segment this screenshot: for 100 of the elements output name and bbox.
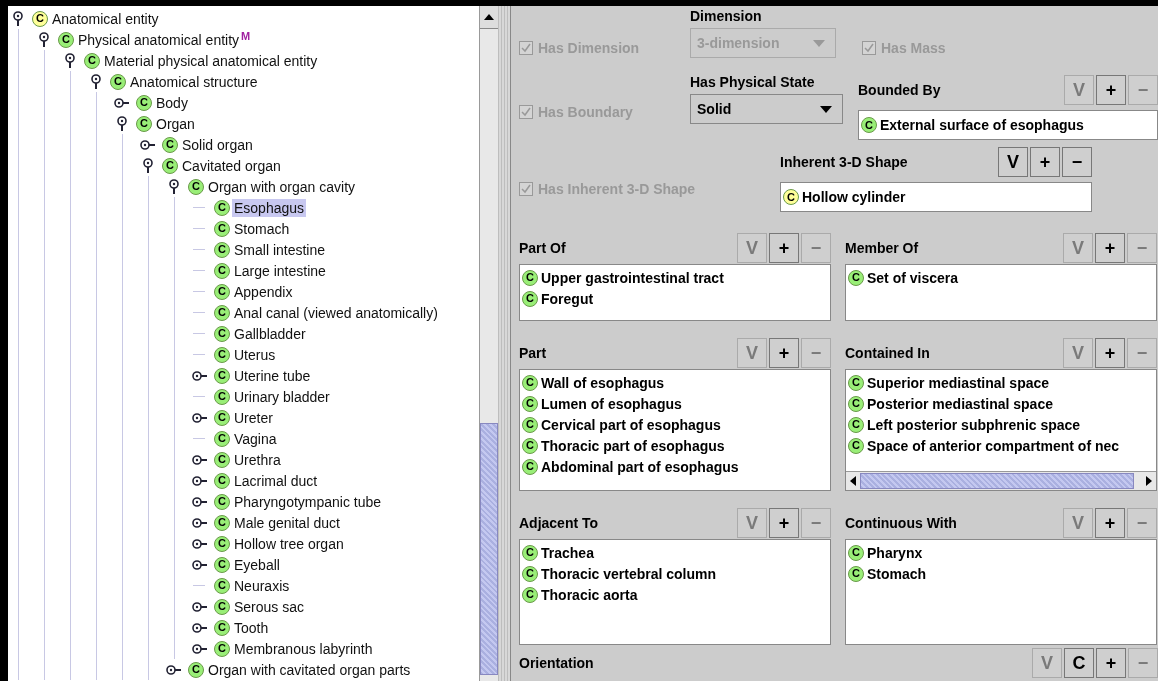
class-icon: C bbox=[214, 241, 230, 258]
toolbar-button[interactable]: + bbox=[769, 508, 799, 538]
dropdown[interactable]: Solid bbox=[690, 94, 843, 124]
list-item[interactable]: Set of viscera bbox=[867, 269, 959, 286]
list-item[interactable]: Thoracic part of esophagus bbox=[541, 437, 725, 454]
toolbar-button[interactable]: V bbox=[998, 147, 1028, 177]
list-item[interactable]: Posterior mediastinal space bbox=[867, 395, 1053, 412]
list-item[interactable]: Pharynx bbox=[867, 544, 923, 561]
value-field[interactable]: C External surface of esophagus bbox=[858, 110, 1158, 140]
field-label: Dimension bbox=[690, 8, 763, 24]
list-item[interactable]: Upper gastrointestinal tract bbox=[541, 269, 724, 286]
toolbar-button[interactable]: + bbox=[1096, 75, 1126, 105]
tree-item[interactable]: Serous sac bbox=[232, 597, 307, 616]
list-item[interactable]: External surface of esophagus bbox=[880, 117, 1084, 133]
tree-item[interactable]: Anatomical entity bbox=[50, 9, 161, 28]
class-icon: C bbox=[214, 514, 230, 531]
tree-item[interactable]: Gallbladder bbox=[232, 324, 308, 343]
tree-item[interactable]: Uterine tube bbox=[232, 366, 313, 385]
left-arrow-icon[interactable] bbox=[850, 476, 856, 486]
list-box[interactable]: C Upper gastrointestinal tract C Foregut bbox=[519, 264, 831, 321]
tree-item[interactable]: Eyeball bbox=[232, 555, 282, 574]
tree-item[interactable]: Stomach bbox=[232, 219, 292, 238]
list-item[interactable]: Thoracic vertebral column bbox=[541, 565, 717, 582]
expanded-handle-icon[interactable] bbox=[62, 52, 78, 69]
expanded-handle-icon[interactable] bbox=[10, 10, 26, 27]
expanded-handle-icon[interactable] bbox=[166, 178, 182, 195]
class-icon: C bbox=[522, 544, 538, 561]
list-item[interactable]: Left posterior subphrenic space bbox=[867, 416, 1081, 433]
class-icon: C bbox=[84, 52, 100, 69]
list-item[interactable]: Stomach bbox=[867, 565, 927, 582]
class-icon: C bbox=[214, 640, 230, 657]
list-item[interactable]: Lumen of esophagus bbox=[541, 395, 682, 412]
list-item[interactable]: Space of anterior compartment of nec bbox=[867, 437, 1120, 454]
class-icon: C bbox=[214, 367, 230, 384]
list-item[interactable]: Foregut bbox=[541, 290, 594, 307]
scroll-thumb[interactable] bbox=[860, 473, 1134, 489]
tree-item[interactable]: Anatomical structure bbox=[128, 72, 260, 91]
right-arrow-icon[interactable] bbox=[1146, 476, 1152, 486]
toolbar-button[interactable]: C bbox=[1064, 648, 1094, 678]
section-label: Part bbox=[519, 345, 547, 361]
list-box[interactable]: C Superior mediastinal space C Posterior mediastinal space C Left posterior subphrenic space C Space of anterior compartment of nec bbox=[845, 369, 1157, 491]
tree-item[interactable]: Physical anatomical entity bbox=[76, 30, 242, 49]
list-box[interactable]: C Trachea C Thoracic vertebral column C Thoracic aorta bbox=[519, 539, 831, 645]
expanded-handle-icon[interactable] bbox=[36, 31, 52, 48]
class-icon: C bbox=[58, 31, 74, 48]
list-box[interactable]: C Pharynx C Stomach bbox=[845, 539, 1157, 645]
tree-item[interactable]: Organ bbox=[154, 114, 197, 133]
toolbar-button[interactable]: + bbox=[1030, 147, 1060, 177]
toolbar-button[interactable]: + bbox=[1096, 648, 1126, 678]
tree-item[interactable]: Pharyngotympanic tube bbox=[232, 492, 384, 511]
tree-item[interactable]: Solid organ bbox=[180, 135, 255, 154]
tree-item[interactable]: Large intestine bbox=[232, 261, 328, 280]
tree-item[interactable]: Organ with cavitated organ parts bbox=[206, 660, 413, 679]
toolbar-button[interactable]: + bbox=[769, 338, 799, 368]
list-item[interactable]: Hollow cylinder bbox=[802, 189, 906, 205]
toolbar-button[interactable]: + bbox=[1095, 338, 1125, 368]
scrollbar[interactable] bbox=[479, 6, 498, 681]
value-field[interactable]: C Hollow cylinder bbox=[780, 182, 1092, 212]
tree-item[interactable]: Male genital duct bbox=[232, 513, 342, 532]
tree-item[interactable]: Vagina bbox=[232, 429, 279, 448]
class-icon: C bbox=[522, 395, 538, 412]
tree-item[interactable]: Urinary bladder bbox=[232, 387, 332, 406]
tree-item[interactable]: Membranous labyrinth bbox=[232, 639, 375, 658]
tree-item[interactable]: Lacrimal duct bbox=[232, 471, 320, 490]
tree-item[interactable]: Hollow tree organ bbox=[232, 534, 346, 553]
toolbar-button[interactable]: + bbox=[769, 233, 799, 263]
list-item[interactable]: Wall of esophagus bbox=[541, 374, 665, 391]
up-arrow-icon[interactable] bbox=[484, 14, 494, 20]
scroll-thumb[interactable] bbox=[480, 423, 498, 675]
list-item[interactable]: Cervical part of esophagus bbox=[541, 416, 721, 433]
class-icon: C bbox=[136, 115, 152, 132]
expanded-handle-icon[interactable] bbox=[88, 73, 104, 90]
tree-item[interactable]: Anal canal (viewed anatomically) bbox=[232, 303, 440, 322]
tree-item[interactable]: Material physical anatomical entity bbox=[102, 51, 320, 70]
list-item[interactable]: Superior mediastinal space bbox=[867, 374, 1050, 391]
class-icon: C bbox=[848, 565, 864, 582]
list-item[interactable]: Thoracic aorta bbox=[541, 586, 638, 603]
list-box[interactable]: C Wall of esophagus C Lumen of esophagus C Cervical part of esophagus C Thoracic part of esophagus C Abdominal part of esophagus bbox=[519, 369, 831, 491]
list-item[interactable]: Trachea bbox=[541, 544, 594, 561]
scrollbar[interactable] bbox=[846, 471, 1156, 490]
class-icon: C bbox=[848, 544, 864, 561]
list-box[interactable]: C Set of viscera bbox=[845, 264, 1157, 321]
tree-item[interactable]: Body bbox=[154, 93, 190, 112]
tree-item[interactable]: Ureter bbox=[232, 408, 275, 427]
expanded-handle-icon[interactable] bbox=[140, 157, 156, 174]
class-icon: C bbox=[522, 374, 538, 391]
tree-item[interactable]: Esophagus bbox=[232, 198, 307, 217]
toolbar-button[interactable]: + bbox=[1095, 508, 1125, 538]
tree-item[interactable]: Appendix bbox=[232, 282, 295, 301]
tree-item[interactable]: Organ with organ cavity bbox=[206, 177, 358, 196]
list-item[interactable]: Abdominal part of esophagus bbox=[541, 458, 739, 475]
tree-item[interactable]: Neuraxis bbox=[232, 576, 292, 595]
tree-item[interactable]: Uterus bbox=[232, 345, 278, 364]
expanded-handle-icon[interactable] bbox=[114, 115, 130, 132]
tree-item[interactable]: Urethra bbox=[232, 450, 283, 469]
tree-item[interactable]: Cavitated organ bbox=[180, 156, 283, 175]
toolbar-button[interactable]: − bbox=[1062, 147, 1092, 177]
toolbar-button[interactable]: + bbox=[1095, 233, 1125, 263]
tree-item[interactable]: Small intestine bbox=[232, 240, 328, 259]
tree-item[interactable]: Tooth bbox=[232, 618, 271, 637]
